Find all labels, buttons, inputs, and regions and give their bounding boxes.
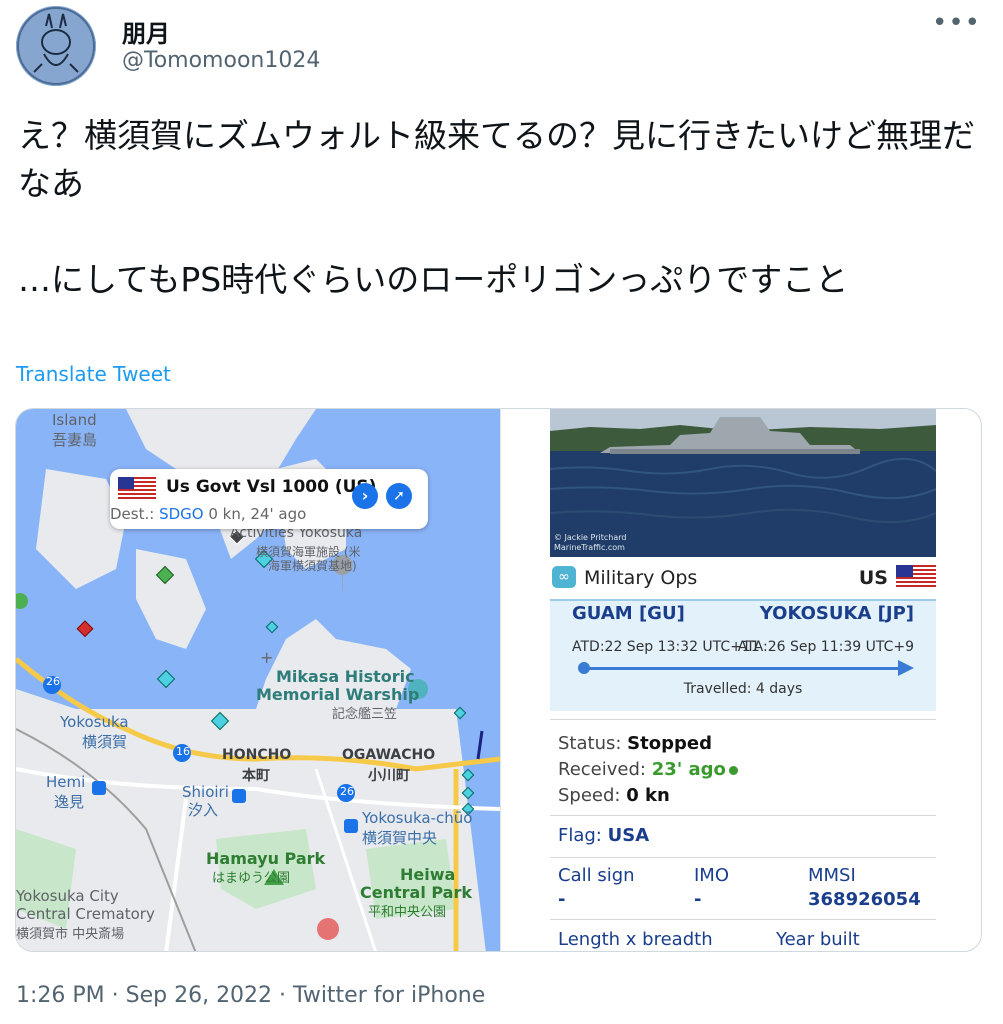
travelled-duration: Travelled: 4 days <box>683 681 803 697</box>
map-label-mikasa-2: Memorial Warship <box>256 685 420 704</box>
vessel-name: Us Govt Vsl 1000 (US) <box>166 477 377 497</box>
route-progress-line <box>584 667 904 670</box>
map-label-hamayu: Hamayu Park <box>206 849 326 868</box>
photo-credit-line2: MarineTraffic.com <box>554 543 625 552</box>
flag-label: Flag: <box>558 825 602 846</box>
vessel-type: Military Ops <box>584 567 698 589</box>
voyage-route-box: GUAM [GU] YOKOSUKA [JP] ATD:22 Sep 13:32… <box>550 599 936 711</box>
route-icon[interactable]: ➚ <box>386 483 412 509</box>
map-route-26b-shield: 26 <box>340 785 354 798</box>
ata-time: ATA:26 Sep 11:39 UTC+9 <box>737 639 914 655</box>
map-view: + Island 吾妻島 Activities Yokosuka 横須賀海軍施設… <box>16 409 500 951</box>
map-label-crematory-2: Central Crematory <box>16 905 155 923</box>
divider <box>550 815 936 816</box>
us-flag-icon <box>896 565 936 589</box>
divider <box>550 919 936 920</box>
dest-label: Dest.: <box>110 505 155 523</box>
status-label: Status: <box>558 733 622 754</box>
speed-row: Speed: 0 kn <box>558 783 738 809</box>
online-status-dot <box>728 765 738 775</box>
length-breadth-label: Length x breadth <box>558 929 713 950</box>
chevron-right-icon[interactable]: › <box>352 483 378 509</box>
map-label-hamayu-jp: はまゆう公園 <box>212 871 291 886</box>
vessel-country: US <box>858 567 888 589</box>
map-label-mikasa-jp: 記念艦三笠 <box>332 707 398 722</box>
map-label-island: Island <box>52 411 97 429</box>
received-value: 23' ago <box>651 759 726 780</box>
dest-code-link[interactable]: SDGO <box>159 505 204 523</box>
speed-label: Speed: <box>558 785 621 806</box>
map-label-yokosuka: Yokosuka <box>60 713 129 731</box>
callsign-value: - <box>558 889 566 910</box>
map-label-ogawacho: OGAWACHO <box>342 747 436 763</box>
map-label-mikasa: Mikasa Historic <box>276 667 415 686</box>
atd-time: ATD:22 Sep 13:32 UTC+11 <box>572 639 760 655</box>
dest-info: 0 kn, 24' ago <box>208 505 307 523</box>
year-built-label: Year built <box>776 929 860 950</box>
vessel-info-panel: © Jackie Pritchard MarineTraffic.com ∞ M… <box>550 409 936 951</box>
map-route-16-shield: 16 <box>176 745 190 758</box>
avatar[interactable] <box>16 6 96 86</box>
imo-label: IMO <box>694 865 730 886</box>
vessel-popup[interactable]: Us Govt Vsl 1000 (US) Dest.: SDGO 0 kn, … <box>110 469 428 529</box>
divider <box>550 857 936 858</box>
divider <box>550 719 936 720</box>
map-label-crematory: Yokosuka City <box>16 887 119 905</box>
tweet-text: え？横須賀にズムウォルト級来てるの？見に行きたいけど無理だなあ …にしてもPS時… <box>18 116 975 299</box>
map-label-hemi-jp: 逸見 <box>54 793 85 811</box>
origin-port[interactable]: GUAM [GU] <box>572 603 685 624</box>
user-handle[interactable]: @Tomomoon1024 <box>122 48 320 73</box>
callsign-label: Call sign <box>558 865 635 886</box>
mmsi-label: MMSI <box>808 865 856 886</box>
more-icon[interactable]: ••• <box>932 8 981 38</box>
map-label-shioiri-jp: 汐入 <box>188 801 219 819</box>
map-route-26-shield: 26 <box>46 675 60 688</box>
mmsi-value: 368926054 <box>808 889 921 910</box>
received-label: Received: <box>558 759 646 780</box>
map-label-honcho: HONCHO <box>222 747 292 763</box>
photo-credit-line1: © Jackie Pritchard <box>554 533 627 542</box>
svg-text:+: + <box>260 648 273 667</box>
status-row: Status: Stopped <box>558 731 738 757</box>
flag-row: Flag: USA <box>558 825 649 846</box>
map-label-chuo-jp: 横須賀中央 <box>362 829 438 847</box>
speed-value: 0 kn <box>626 785 670 806</box>
arrow-right-icon <box>898 660 914 676</box>
tweet-timestamp[interactable]: 1:26 PM · Sep 26, 2022 · Twitter for iPh… <box>16 983 485 1008</box>
map-label-heiwa: Heiwa <box>400 865 456 884</box>
card-divider <box>500 409 501 951</box>
flag-value: USA <box>607 825 650 846</box>
map-label-heiwa-jp: 平和中央公園 <box>368 905 447 920</box>
tweet-media-image[interactable]: + Island 吾妻島 Activities Yokosuka 横須賀海軍施設… <box>15 408 982 952</box>
display-name[interactable]: 朋月 <box>122 14 170 49</box>
map-label-hemi: Hemi <box>46 773 86 791</box>
vessel-status-block: Status: Stopped Received: 23' ago Speed:… <box>558 731 738 809</box>
imo-value: - <box>694 889 702 910</box>
destination-port[interactable]: YOKOSUKA [JP] <box>760 603 914 624</box>
us-flag-icon <box>118 477 156 501</box>
translate-tweet-link[interactable]: Translate Tweet <box>16 362 171 386</box>
photo-credit: © Jackie Pritchard MarineTraffic.com <box>554 533 626 553</box>
map-label-crematory-jp: 横須賀市 中央斎場 <box>16 927 125 942</box>
vessel-destination: Dest.: SDGO 0 kn, 24' ago <box>110 505 306 523</box>
map-label-island-jp: 吾妻島 <box>52 431 98 449</box>
status-value: Stopped <box>627 733 712 754</box>
link-icon: ∞ <box>552 566 576 588</box>
map-label-activities-jp2: 海軍横須賀基地) <box>268 559 357 573</box>
map-label-ogawacho-jp: 小川町 <box>368 768 410 784</box>
vessel-type-row: ∞ Military Ops US <box>550 559 936 595</box>
map-label-honcho-jp: 本町 <box>242 768 270 784</box>
map-label-chuo: Yokosuka-chūō <box>362 809 473 827</box>
received-row: Received: 23' ago <box>558 757 738 783</box>
vessel-photo: © Jackie Pritchard MarineTraffic.com <box>550 409 936 557</box>
map-label-yokosuka-jp: 横須賀 <box>82 733 128 751</box>
map-label-heiwa-2: Central Park <box>360 883 472 902</box>
